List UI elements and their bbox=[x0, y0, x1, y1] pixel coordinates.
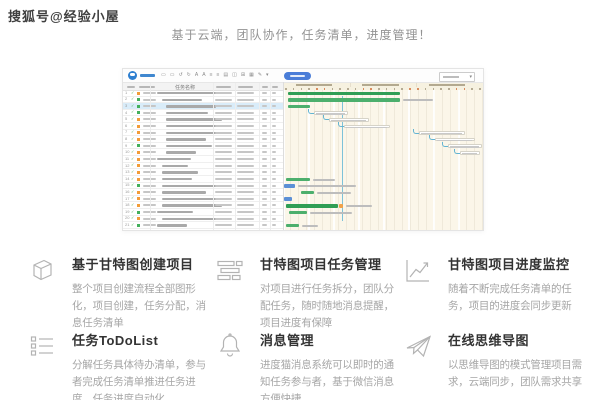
feature-description: 对项目进行任务拆分，团队分配任务，随时随地消息提醒，项目进度有保障 bbox=[260, 281, 394, 332]
toolbar-icon[interactable]: ⊞ bbox=[241, 73, 245, 78]
feature-text: 甘特图项目进度监控随着不断完成任务清单的任务，项目的进度会同步更新 bbox=[448, 253, 582, 319]
gantt-bars-icon bbox=[215, 255, 245, 285]
feature-title: 甘特图项目进度监控 bbox=[448, 254, 582, 273]
chevron-down-icon: ▾ bbox=[469, 74, 472, 80]
blue-pill-button[interactable] bbox=[284, 72, 311, 80]
feature-title: 任务ToDoList bbox=[72, 330, 206, 349]
table-gantt-divider[interactable] bbox=[283, 82, 284, 230]
toolbar-icon[interactable]: ▭ bbox=[170, 73, 175, 78]
todo-list-icon bbox=[27, 331, 57, 361]
feature-text: 基于甘特图创建项目整个项目创建流程全部图形化，项目创建，任务分配，消息任务清单 bbox=[72, 253, 206, 319]
watermark: 搜狐号@经验小屋 bbox=[8, 6, 120, 25]
feature-text: 甘特图项目任务管理对项目进行任务拆分，团队分配任务，随时随地消息提醒，项目进度有… bbox=[260, 253, 394, 319]
feature-block: 基于甘特图创建项目整个项目创建流程全部图形化，项目创建，任务分配，消息任务清单 bbox=[25, 253, 213, 319]
toolbar-icon[interactable]: ≡ bbox=[210, 73, 213, 78]
feature-title: 基于甘特图创建项目 bbox=[72, 254, 206, 273]
toolbar-icon[interactable]: ▦ bbox=[249, 73, 254, 78]
trend-chart-icon bbox=[403, 255, 433, 285]
page-tagline: 基于云端，团队协作，任务清单，进度管理！ bbox=[0, 26, 603, 43]
timeline-sections bbox=[283, 83, 483, 87]
feature-text: 任务ToDoList分解任务具体待办清单，参与者完成任务清单推进任务进度，任务进… bbox=[72, 329, 206, 395]
app-toolbar: ▭▭↺↻AA≡≡▤◫⊞▦✎▾ ▾ bbox=[123, 69, 483, 83]
view-select-dropdown[interactable]: ▾ bbox=[439, 72, 475, 82]
toolbar-icon[interactable]: A bbox=[195, 73, 198, 78]
toolbar-icon[interactable]: ▤ bbox=[223, 73, 228, 78]
paper-plane-icon bbox=[403, 331, 433, 361]
feature-text: 消息管理进度猫消息系统可以即时的通知任务参与者，基于微信消息方便快捷 bbox=[260, 329, 394, 395]
feature-title: 甘特图项目任务管理 bbox=[260, 254, 394, 273]
app-screenshot: ▭▭↺↻AA≡≡▤◫⊞▦✎▾ ▾ 任务名称 1✓2✓3✓4✓5✓6✓7✓8✓9✓… bbox=[122, 68, 484, 231]
toolbar-icon[interactable]: A bbox=[202, 73, 205, 78]
toolbar-icon[interactable]: ✎ bbox=[258, 73, 262, 78]
toolbar-icons: ▭▭↺↻AA≡≡▤◫⊞▦✎▾ bbox=[161, 69, 269, 82]
feature-description: 分解任务具体待办清单，参与者完成任务清单推进任务进度，任务进度自动化 bbox=[72, 357, 206, 400]
progress-cat-logo bbox=[128, 71, 137, 80]
toolbar-icon[interactable]: ◫ bbox=[232, 73, 237, 78]
feature-description: 进度猫消息系统可以即时的通知任务参与者，基于微信消息方便快捷 bbox=[260, 357, 394, 400]
feature-block: 在线思维导图以思维导图的模式管理项目需求，云端同步，团队需求共享 bbox=[401, 329, 589, 395]
feature-description: 以思维导图的模式管理项目需求，云端同步，团队需求共享 bbox=[448, 357, 582, 391]
feature-block: 消息管理进度猫消息系统可以即时的通知任务参与者，基于微信消息方便快捷 bbox=[213, 329, 401, 395]
cube-icon bbox=[27, 255, 57, 285]
toolbar-icon[interactable]: ▭ bbox=[161, 73, 166, 78]
page: 搜狐号@经验小屋 基于云端，团队协作，任务清单，进度管理！ ▭▭↺↻AA≡≡▤◫… bbox=[0, 0, 603, 400]
toolbar-icon[interactable]: ▾ bbox=[266, 73, 269, 78]
feature-block: 甘特图项目任务管理对项目进行任务拆分，团队分配任务，随时随地消息提醒，项目进度有… bbox=[213, 253, 401, 319]
toolbar-icon[interactable]: ↻ bbox=[187, 73, 191, 78]
feature-title: 在线思维导图 bbox=[448, 330, 582, 349]
feature-description: 整个项目创建流程全部图形化，项目创建，任务分配，消息任务清单 bbox=[72, 281, 206, 332]
feature-text: 在线思维导图以思维导图的模式管理项目需求，云端同步，团队需求共享 bbox=[448, 329, 582, 395]
bell-icon bbox=[215, 331, 245, 361]
feature-block: 任务ToDoList分解任务具体待办清单，参与者完成任务清单推进任务进度，任务进… bbox=[25, 329, 213, 395]
feature-description: 随着不断完成任务清单的任务，项目的进度会同步更新 bbox=[448, 281, 582, 315]
feature-title: 消息管理 bbox=[260, 330, 394, 349]
toolbar-icon[interactable]: ↺ bbox=[178, 73, 182, 78]
feature-block: 甘特图项目进度监控随着不断完成任务清单的任务，项目的进度会同步更新 bbox=[401, 253, 589, 319]
feature-grid: 基于甘特图创建项目整个项目创建流程全部图形化，项目创建，任务分配，消息任务清单甘… bbox=[25, 253, 589, 395]
gantt-body bbox=[283, 90, 483, 230]
logo-wordmark bbox=[140, 74, 155, 77]
toolbar-icon[interactable]: ≡ bbox=[216, 73, 219, 78]
